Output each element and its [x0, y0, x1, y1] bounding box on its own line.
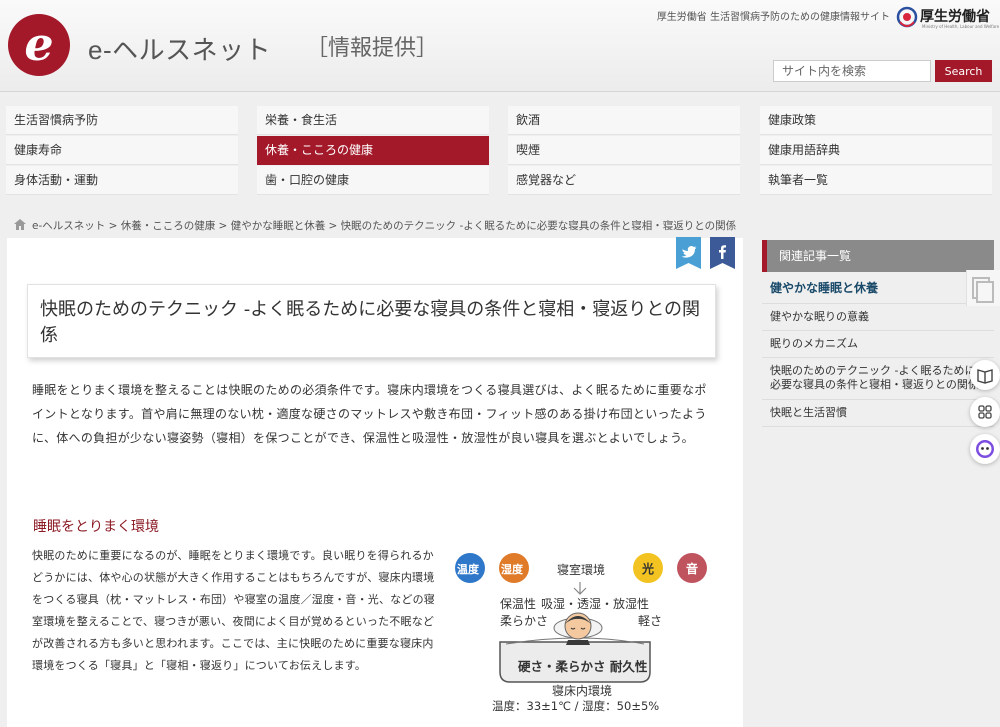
sleep-environment-diagram: 温度 湿度 光 音 寝室環境 保温性 柔らかさ 吸湿・透湿・放湿性 軽さ 硬さ・… [446, 548, 716, 727]
softness-label: 柔らかさ [500, 614, 549, 628]
search-button[interactable]: Search [935, 60, 992, 82]
nav-item-exercise[interactable]: 身体活動・運動 [6, 166, 238, 195]
temperature-label: 温度 [457, 563, 479, 576]
ministry-name: 厚生労働省 [920, 9, 990, 25]
home-icon[interactable] [14, 219, 26, 230]
bed-environment-label: 寝床内環境 [552, 684, 613, 698]
search-input[interactable] [773, 60, 931, 82]
mattress-label: 硬さ・柔らかさ 耐久性 [518, 659, 648, 674]
nav-item-health-policy[interactable]: 健康政策 [760, 106, 992, 135]
related-articles-sidebar: 関連記事一覧 健やかな睡眠と休養 健やかな眠りの意義 眠りのメカニズム 快眠のた… [762, 240, 994, 427]
section-heading: 睡眠をとりまく環境 [33, 519, 159, 535]
nav-item-rest-mental[interactable]: 休養・こころの健康 [257, 136, 489, 165]
ministry-mark-icon [896, 6, 918, 28]
document-icon [972, 277, 994, 303]
moisture-label: 吸湿・透湿・放湿性 [541, 597, 650, 611]
nav-column-1: 生活習慣病予防 健康寿命 身体活動・運動 [6, 106, 238, 196]
sound-label: 音 [686, 562, 699, 576]
related-category-link[interactable]: 健やかな睡眠と休養 [762, 272, 994, 304]
light-label: 光 [642, 562, 655, 576]
ministry-logo[interactable]: 厚生労働省 Ministry of Health, Labour and Wel… [896, 4, 1000, 34]
ministry-sub: Ministry of Health, Labour and Welfare [922, 24, 1000, 29]
twitter-share-button[interactable] [676, 237, 701, 269]
insulation-label: 保温性 [500, 597, 537, 611]
nav-item-oral-health[interactable]: 歯・口腔の健康 [257, 166, 489, 195]
nav-item-healthy-life[interactable]: 健康寿命 [6, 136, 238, 165]
nav-item-nutrition[interactable]: 栄養・食生活 [257, 106, 489, 135]
related-article-item[interactable]: 快眠と生活習慣 [762, 400, 994, 427]
page-tab-handle[interactable] [966, 270, 1000, 306]
nav-item-senses[interactable]: 感覚器など [508, 166, 740, 195]
nav-column-2: 栄養・食生活 休養・こころの健康 歯・口腔の健康 [257, 106, 489, 196]
twitter-icon [676, 246, 701, 269]
apps-button[interactable] [970, 397, 1000, 427]
nav-column-4: 健康政策 健康用語辞典 執筆者一覧 [760, 106, 992, 196]
facebook-icon [710, 245, 735, 269]
assistant-icon [976, 440, 994, 458]
grid-icon [978, 405, 992, 419]
logo-letter: e [24, 17, 54, 71]
breadcrumb-path[interactable]: e-ヘルスネット > 休養・こころの健康 > 健やかな睡眠と休養 > 快眠のため… [32, 220, 736, 232]
lightness-label: 軽さ [638, 614, 663, 628]
article-title: 快眠のためのテクニック -よく眠るために必要な寝具の条件と寝相・寝返りとの関係 [40, 299, 701, 346]
humidity-label: 湿度 [501, 563, 523, 576]
article-title-box: 快眠のためのテクニック -よく眠るために必要な寝具の条件と寝相・寝返りとの関係 [27, 284, 716, 358]
nav-item-authors[interactable]: 執筆者一覧 [760, 166, 992, 195]
nav-column-3: 飲酒 喫煙 感覚器など [508, 106, 740, 196]
nav-item-lifestyle-disease[interactable]: 生活習慣病予防 [6, 106, 238, 135]
sleeper-body [566, 640, 590, 645]
ministry-description: 厚生労働省 生活習慣病予防のための健康情報サイト [656, 12, 890, 23]
site-header: e e-ヘルスネット ［情報提供］ 厚生労働省 生活習慣病予防のための健康情報サ… [0, 0, 1000, 92]
nav-item-alcohol[interactable]: 飲酒 [508, 106, 740, 135]
facebook-share-button[interactable] [710, 237, 735, 269]
reader-button[interactable] [970, 360, 1000, 390]
bed-environment-values: 温度：33±1℃ / 湿度：50±5% [492, 699, 660, 713]
related-article-item[interactable]: 健やかな眠りの意義 [762, 304, 994, 331]
book-icon [977, 369, 993, 384]
room-environment-label: 寝室環境 [557, 563, 606, 577]
section-text: 快眠のために重要になるのが、睡眠をとりまく環境です。良い眠りを得られるかどうかに… [32, 549, 435, 672]
article-intro: 睡眠をとりまく環境を整えることは快眠のための必須条件です。寝床内環境をつくる寝具… [32, 383, 707, 445]
main-nav: 生活習慣病予防 健康寿命 身体活動・運動 栄養・食生活 休養・こころの健康 歯・… [6, 106, 994, 196]
related-article-item[interactable]: 眠りのメカニズム [762, 331, 994, 358]
arrow-down-icon [573, 582, 587, 595]
breadcrumb: e-ヘルスネット > 休養・こころの健康 > 健やかな睡眠と休養 > 快眠のため… [14, 218, 736, 233]
related-articles-heading: 関連記事一覧 [762, 240, 994, 272]
related-article-item-current[interactable]: 快眠のためのテクニック -よく眠るために必要な寝具の条件と寝相・寝返りとの関係 [762, 358, 994, 400]
site-name[interactable]: e-ヘルスネット [88, 30, 271, 67]
site-tag: ［情報提供］ [306, 35, 439, 60]
assistant-button[interactable] [970, 434, 1000, 464]
nav-item-smoking[interactable]: 喫煙 [508, 136, 740, 165]
site-logo[interactable]: e [8, 14, 70, 76]
nav-item-glossary[interactable]: 健康用語辞典 [760, 136, 992, 165]
